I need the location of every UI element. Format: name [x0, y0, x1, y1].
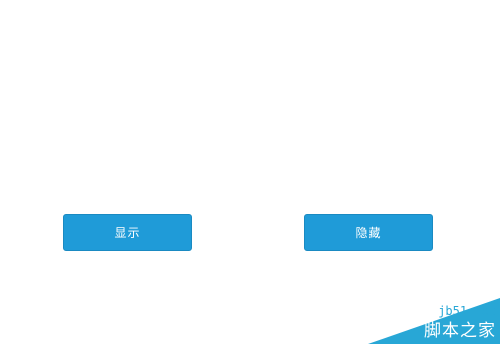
watermark-url: jb51.net — [438, 304, 496, 318]
watermark-site-name: 脚本之家 — [424, 321, 496, 341]
hide-button[interactable]: 隐藏 — [304, 214, 433, 251]
site-watermark: jb51.net 脚本之家 — [350, 284, 500, 344]
show-button[interactable]: 显示 — [63, 214, 192, 251]
